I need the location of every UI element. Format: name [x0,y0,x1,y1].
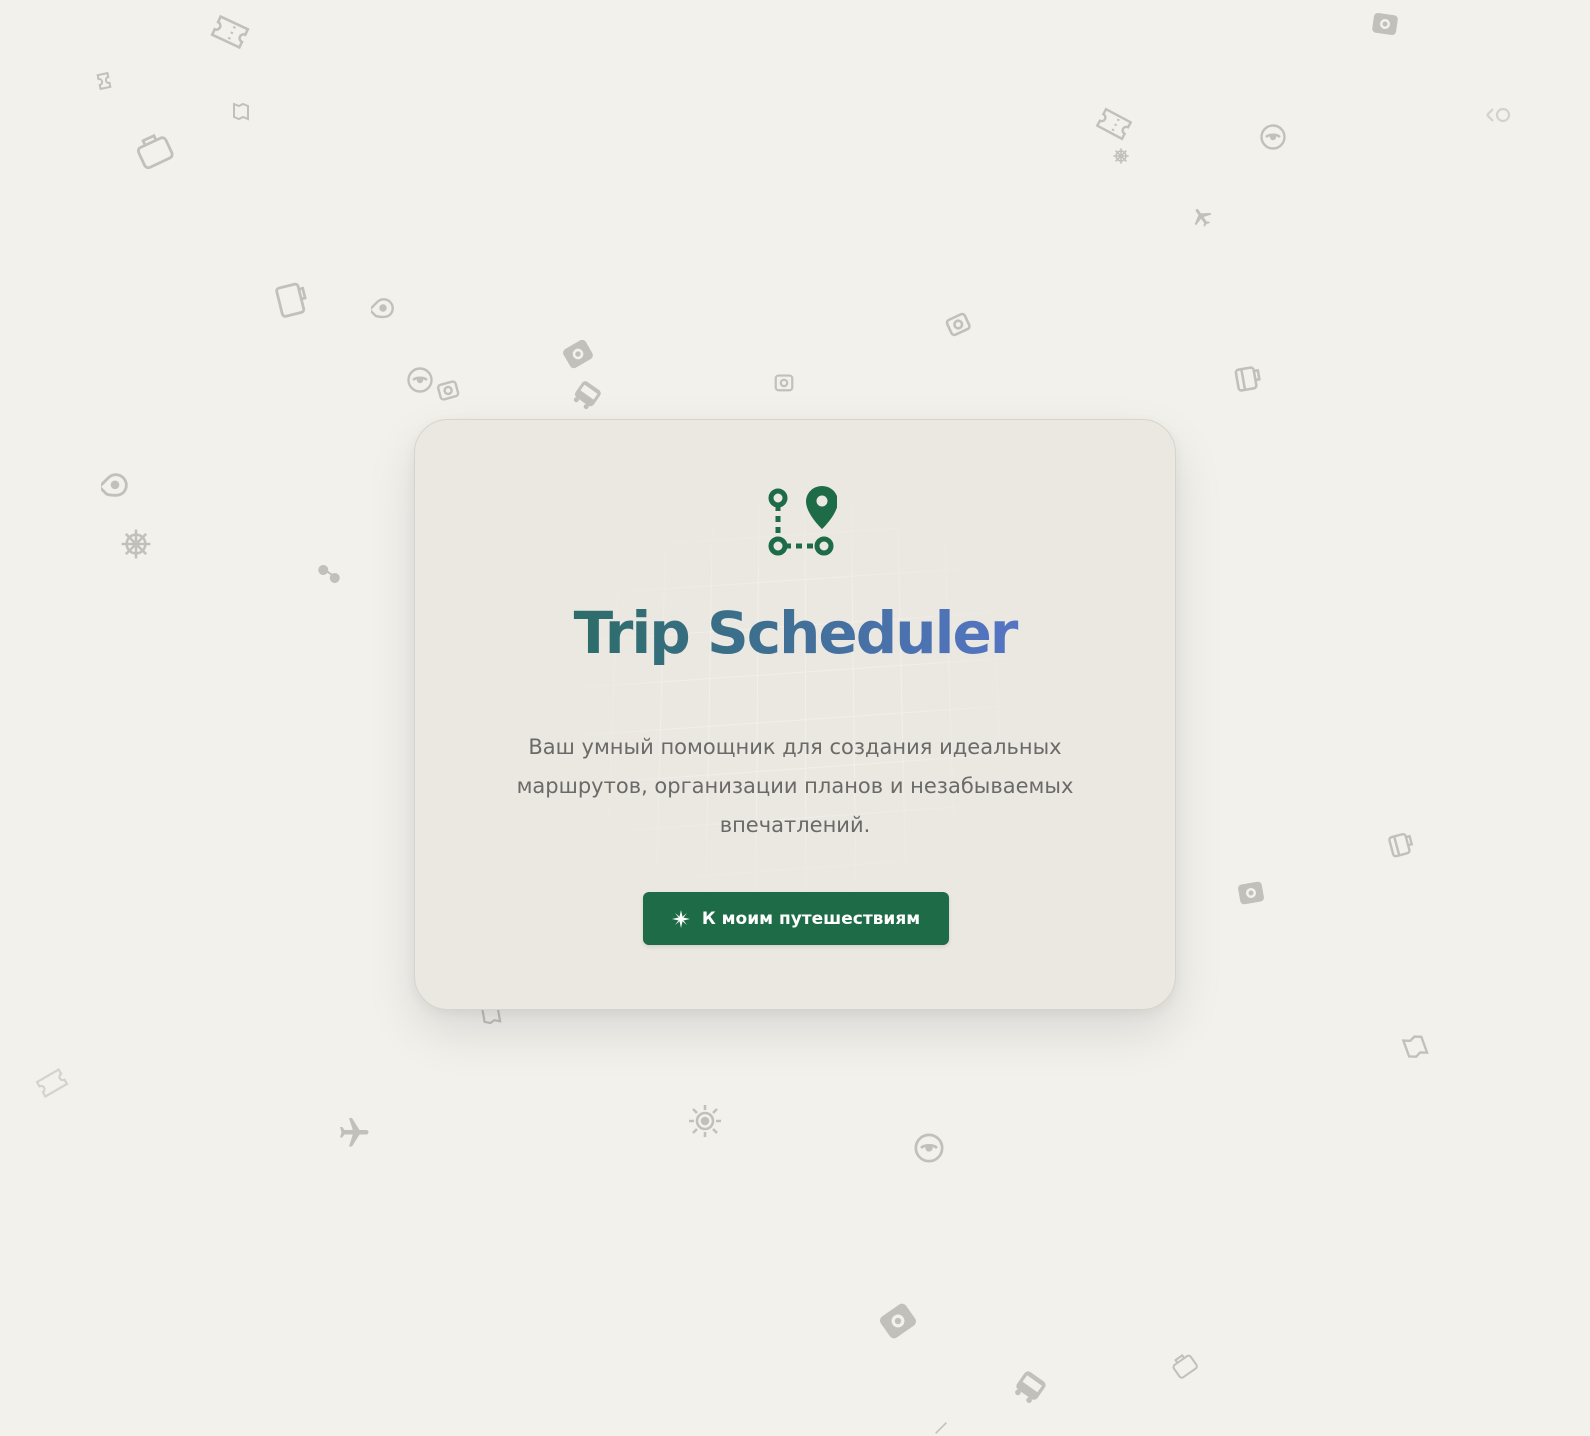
ticket-icon [207,11,252,53]
passport-icon [1234,878,1268,909]
camera-icon [773,370,795,394]
sun-icon [687,1103,723,1139]
route-pin-icon [761,486,838,562]
suitcase-icon [1166,1347,1202,1383]
camera-icon [433,375,462,404]
map-pin-icon [930,1420,952,1436]
ticket-icon [95,71,112,92]
compass-rose-icon [671,909,690,928]
map-pin-icon [371,297,395,321]
ticket-icon [1397,1029,1432,1063]
welcome-card: Trip Scheduler Ваш умный помощник для со… [414,419,1176,1010]
airplane-icon [1186,201,1219,234]
passport-icon [558,334,598,373]
compass-icon [406,366,434,394]
suitcase-icon [1232,361,1267,396]
passport-icon [874,1297,923,1346]
map-pin-icon [101,472,129,500]
bus-icon [566,374,608,416]
landing-page: Trip Scheduler Ваш умный помощник для со… [0,0,1590,1436]
camera-icon [941,307,976,342]
app-tagline: Ваш умный помощник для создания идеальны… [516,735,1074,837]
ticket-icon [1481,103,1511,127]
ship-wheel-icon [1112,147,1130,165]
bus-icon [1006,1363,1053,1410]
compass-icon [913,1132,945,1164]
suitcase-icon [271,276,315,322]
ticket-icon [1092,104,1135,145]
passport-icon [1369,9,1400,39]
airplane-icon [334,1115,370,1151]
app-title: Trip Scheduler [415,601,1175,666]
suitcase-icon [129,125,179,175]
ticket-icon [33,1064,72,1102]
sunglasses-icon [314,561,343,587]
compass-icon [1259,123,1287,151]
ship-wheel-icon [119,527,153,561]
my-trips-button[interactable]: К моим путешествиям [643,892,949,945]
suitcase-icon [1385,827,1419,861]
map-icon [232,101,250,121]
my-trips-button-label: К моим путешествиям [701,908,921,929]
